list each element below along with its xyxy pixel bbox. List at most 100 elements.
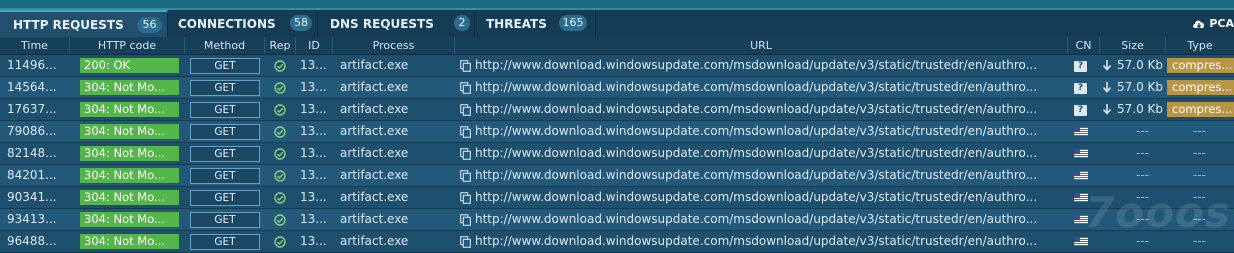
download-arrow-icon [1102, 60, 1112, 71]
cell-process: artifact.exe [340, 212, 409, 226]
copy-icon[interactable] [460, 126, 471, 138]
cell-size: 57.0 Kb [1117, 102, 1164, 116]
cell-process: artifact.exe [340, 190, 409, 204]
cell-time: 17637... [7, 102, 57, 116]
method-button[interactable]: GET [190, 102, 260, 118]
cell-size: --- [1136, 124, 1149, 138]
tab-label: THREATS [486, 16, 547, 31]
method-button[interactable]: GET [190, 212, 260, 228]
table-row[interactable]: 79086... 304: Not Mo... GET 13... artifact.e… [0, 121, 1234, 143]
cell-id: 13... [300, 212, 327, 226]
method-button[interactable]: GET [190, 58, 260, 74]
cloud-download-icon [1193, 20, 1205, 28]
method-button[interactable]: GET [190, 168, 260, 184]
method-button[interactable]: GET [190, 190, 260, 206]
copy-icon[interactable] [460, 82, 471, 94]
cell-time: 79086... [7, 124, 57, 138]
table-row[interactable]: 90341... 304: Not Mo... GET 13... artifact.e… [0, 187, 1234, 209]
table-row[interactable]: 84201... 304: Not Mo... GET 13... artifact.e… [0, 165, 1234, 187]
copy-icon[interactable] [460, 170, 471, 182]
cell-url[interactable]: http://www.download.windowsupdate.com/ms… [475, 121, 1065, 142]
column-header-process[interactable]: Process [333, 37, 455, 54]
table-header: Time HTTP code Method Rep ID Process URL… [0, 37, 1234, 55]
cell-type: --- [1193, 124, 1206, 138]
cell-id: 13... [300, 146, 327, 160]
cell-size: 57.0 Kb [1117, 58, 1164, 72]
type-badge: compres... [1167, 58, 1234, 73]
tab-count-badge: 165 [559, 15, 587, 31]
cell-time: 11496... [7, 58, 57, 72]
tab-label: CONNECTIONS [178, 16, 276, 31]
table-row[interactable]: 96488... 304: Not Mo... GET 13... artifact.e… [0, 231, 1234, 253]
cell-url[interactable]: http://www.download.windowsupdate.com/ms… [475, 55, 1065, 76]
check-circle-icon [274, 170, 286, 182]
download-arrow-icon [1102, 104, 1112, 115]
column-header-time[interactable]: Time [0, 37, 70, 54]
cell-id: 13... [300, 190, 327, 204]
http-code-badge: 304: Not Mo... [80, 168, 179, 183]
table-row[interactable]: 93413... 304: Not Mo... GET 13... artifact.e… [0, 209, 1234, 231]
cell-size: --- [1136, 168, 1149, 182]
us-flag-icon [1074, 127, 1088, 136]
cell-url[interactable]: http://www.download.windowsupdate.com/ms… [475, 143, 1065, 164]
type-badge: compres... [1167, 80, 1234, 95]
method-button[interactable]: GET [190, 80, 260, 96]
cell-id: 13... [300, 102, 327, 116]
us-flag-icon [1074, 149, 1088, 158]
us-flag-icon [1074, 237, 1088, 246]
cell-url[interactable]: http://www.download.windowsupdate.com/ms… [475, 187, 1065, 208]
cell-url[interactable]: http://www.download.windowsupdate.com/ms… [475, 209, 1065, 230]
method-button[interactable]: GET [190, 124, 260, 140]
pcap-download-button[interactable]: PCA [1192, 10, 1234, 37]
copy-icon[interactable] [460, 214, 471, 226]
tab-bar: HTTP REQUESTS 56 CONNECTIONS 58 DNS REQU… [0, 10, 1234, 37]
cell-url[interactable]: http://www.download.windowsupdate.com/ms… [475, 99, 1065, 120]
http-code-badge: 304: Not Mo... [80, 190, 179, 205]
copy-icon[interactable] [460, 60, 471, 72]
column-header-rep[interactable]: Rep [265, 37, 296, 54]
table-row[interactable]: 17637... 304: Not Mo... GET 13... artifact.e… [0, 99, 1234, 121]
cell-url[interactable]: http://www.download.windowsupdate.com/ms… [475, 165, 1065, 186]
column-header-cn[interactable]: CN [1068, 37, 1100, 54]
column-header-id[interactable]: ID [296, 37, 333, 54]
http-code-badge: 200: OK [80, 58, 179, 73]
tab-count-badge: 58 [290, 15, 312, 31]
cell-id: 13... [300, 168, 327, 182]
tab-connections[interactable]: CONNECTIONS 58 [168, 10, 318, 37]
column-header-http-code[interactable]: HTTP code [70, 37, 185, 54]
cell-process: artifact.exe [340, 168, 409, 182]
tab-dns-requests[interactable]: DNS REQUESTS 2 [318, 10, 475, 37]
cell-time: 90341... [7, 190, 57, 204]
check-circle-icon [274, 104, 286, 116]
copy-icon[interactable] [460, 104, 471, 116]
column-header-type[interactable]: Type [1166, 37, 1234, 54]
method-button[interactable]: GET [190, 146, 260, 162]
method-button[interactable]: GET [190, 234, 260, 250]
us-flag-icon [1074, 171, 1088, 180]
cell-url[interactable]: http://www.download.windowsupdate.com/ms… [475, 77, 1065, 98]
unknown-country-badge: ? [1074, 61, 1087, 72]
table-row[interactable]: 11496... 200: OK GET 13... artifact.exe http:… [0, 55, 1234, 77]
check-circle-icon [274, 192, 286, 204]
table-row[interactable]: 14564... 304: Not Mo... GET 13... artifact.e… [0, 77, 1234, 99]
cell-id: 13... [300, 80, 327, 94]
column-header-method[interactable]: Method [185, 37, 265, 54]
tab-http-requests[interactable]: HTTP REQUESTS 56 [0, 10, 168, 37]
column-header-url[interactable]: URL [455, 37, 1068, 54]
copy-icon[interactable] [460, 192, 471, 204]
copy-icon[interactable] [460, 236, 471, 248]
check-circle-icon [274, 148, 286, 160]
cell-type: --- [1193, 146, 1206, 160]
download-arrow-icon [1102, 82, 1112, 93]
column-header-size[interactable]: Size [1100, 37, 1166, 54]
cell-process: artifact.exe [340, 80, 409, 94]
http-code-badge: 304: Not Mo... [80, 80, 179, 95]
table-row[interactable]: 82148... 304: Not Mo... GET 13... artifact.e… [0, 143, 1234, 165]
tab-threats[interactable]: THREATS 165 [475, 10, 596, 37]
copy-icon[interactable] [460, 148, 471, 160]
check-circle-icon [274, 236, 286, 248]
check-circle-icon [274, 126, 286, 138]
cell-time: 14564... [7, 80, 57, 94]
cell-process: artifact.exe [340, 146, 409, 160]
top-strip [0, 0, 1234, 10]
